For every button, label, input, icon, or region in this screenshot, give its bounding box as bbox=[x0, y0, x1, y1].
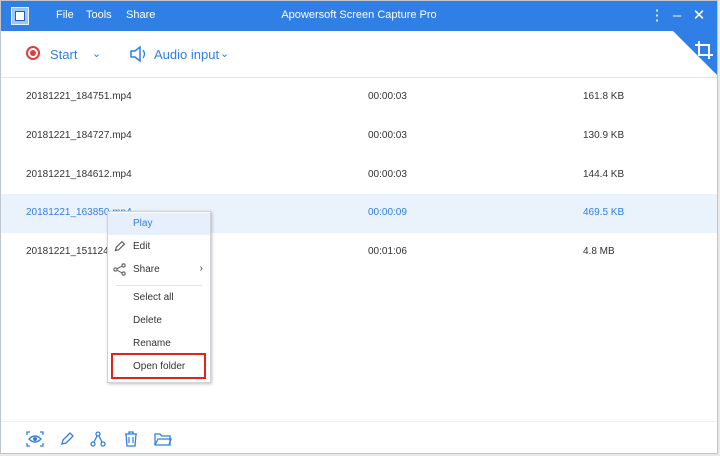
file-size: 4.8 MB bbox=[583, 246, 615, 257]
menu-item-edit[interactable]: Edit bbox=[108, 236, 210, 258]
audio-input-button[interactable]: Audio input bbox=[154, 47, 219, 62]
more-options-icon[interactable]: ⋮ bbox=[646, 5, 668, 27]
file-size: 161.8 KB bbox=[583, 91, 625, 102]
record-icon[interactable] bbox=[26, 46, 40, 60]
file-duration: 00:00:03 bbox=[368, 169, 407, 180]
share-icon[interactable] bbox=[90, 431, 106, 452]
start-button[interactable]: Start bbox=[50, 47, 77, 62]
file-size: 469.5 KB bbox=[583, 207, 625, 218]
menu-divider bbox=[116, 285, 202, 286]
file-duration: 00:00:03 bbox=[368, 91, 407, 102]
audio-dropdown-chevron-icon[interactable]: ⌄ bbox=[220, 47, 229, 60]
table-row[interactable]: 20181221_184751.mp4 00:00:03 161.8 KB bbox=[1, 78, 717, 117]
file-duration: 00:00:03 bbox=[368, 130, 407, 141]
file-name: 20181221_184727.mp4 bbox=[26, 130, 132, 141]
file-duration: 00:01:06 bbox=[368, 246, 407, 257]
close-icon[interactable]: ✕ bbox=[688, 5, 710, 27]
start-dropdown-chevron-icon[interactable]: ⌄ bbox=[92, 47, 101, 60]
speaker-icon[interactable] bbox=[129, 45, 149, 68]
menu-item-share[interactable]: Share › bbox=[108, 259, 210, 281]
chevron-right-icon: › bbox=[199, 263, 203, 274]
table-row[interactable]: 20181221_184612.mp4 00:00:03 144.4 KB bbox=[1, 156, 717, 195]
folder-icon[interactable] bbox=[154, 431, 172, 452]
app-window: File Tools Share Apowersoft Screen Captu… bbox=[0, 0, 718, 454]
eye-icon[interactable] bbox=[26, 431, 44, 452]
file-name: 20181221_184612.mp4 bbox=[26, 169, 132, 180]
footer-divider bbox=[1, 421, 717, 422]
highlight-box bbox=[111, 353, 206, 379]
window-title: Apowersoft Screen Capture Pro bbox=[281, 9, 437, 21]
menu-item-rename[interactable]: Rename bbox=[108, 333, 210, 355]
pencil-icon bbox=[113, 240, 126, 256]
menu-item-delete[interactable]: Delete bbox=[108, 310, 210, 332]
trash-icon[interactable] bbox=[123, 431, 139, 452]
title-bar: File Tools Share Apowersoft Screen Captu… bbox=[1, 1, 717, 31]
share-icon bbox=[113, 263, 126, 279]
table-row[interactable]: 20181221_184727.mp4 00:00:03 130.9 KB bbox=[1, 117, 717, 156]
screenshot-crop-icon[interactable] bbox=[673, 31, 717, 75]
file-duration: 00:00:09 bbox=[368, 207, 407, 218]
menu-item-play[interactable]: Play bbox=[108, 213, 210, 235]
pencil-icon[interactable] bbox=[59, 431, 75, 452]
file-name: 20181221_184751.mp4 bbox=[26, 91, 132, 102]
menu-item-select-all[interactable]: Select all bbox=[108, 287, 210, 309]
minimize-icon[interactable]: – bbox=[666, 5, 688, 27]
file-size: 130.9 KB bbox=[583, 130, 625, 141]
file-size: 144.4 KB bbox=[583, 169, 625, 180]
